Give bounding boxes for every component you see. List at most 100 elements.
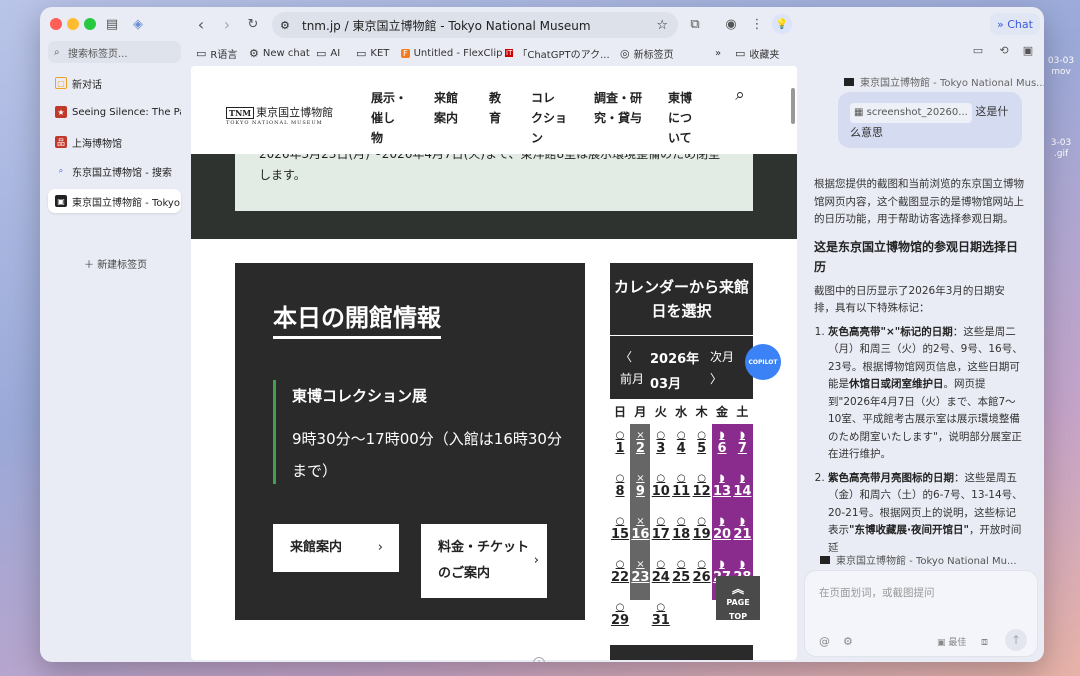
- calendar-day[interactable]: ○ 15: [610, 515, 630, 542]
- calendar-day[interactable]: ○ 18: [671, 515, 691, 542]
- day-number: 13: [712, 484, 732, 499]
- site-nav-item-1[interactable]: 来館 案内: [434, 88, 458, 128]
- bottom-plus-icon[interactable]: +: [533, 657, 545, 662]
- site-nav-item-4[interactable]: 調査・研 究・貸与: [594, 88, 642, 128]
- calendar-day[interactable]: ◗ 7: [732, 429, 752, 456]
- visit-info-button[interactable]: 来館案内 ›: [273, 524, 399, 572]
- site-search-icon[interactable]: ⌕: [731, 85, 749, 105]
- tab-search-input[interactable]: ⌕ 搜索标签页...: [48, 41, 181, 63]
- calendar-day[interactable]: ○ 5: [692, 429, 712, 456]
- calendar-day[interactable]: ◗ 13: [712, 472, 732, 499]
- calendar-day[interactable]: ○ 10: [651, 472, 671, 499]
- ticket-info-button[interactable]: 料金・チケット のご案内 ›: [421, 524, 547, 598]
- day-number: 31: [651, 613, 670, 628]
- calendar-day[interactable]: ○ 11: [671, 472, 691, 499]
- copilot-button[interactable]: COPILOT: [745, 344, 781, 380]
- chat-context-title-text: 東京国立博物館 - Tokyo National Mus...: [860, 78, 1044, 89]
- minimize-window-button[interactable]: [67, 18, 79, 30]
- calendar-day[interactable]: × 30: [630, 601, 650, 628]
- scrollbar[interactable]: [791, 88, 795, 124]
- sidebar-tab-2[interactable]: 品上海博物馆: [48, 130, 181, 154]
- bookmark-1[interactable]: ⚙ New chat: [249, 43, 310, 63]
- calendar-day[interactable]: ○ 12: [692, 472, 712, 499]
- day-number: 19: [692, 527, 711, 542]
- day-number: 23: [631, 570, 650, 585]
- calendar-day[interactable]: ○ 26: [692, 558, 712, 585]
- panel-icon[interactable]: ▣: [1020, 42, 1036, 58]
- calendar-day[interactable]: ○ 29: [610, 601, 630, 628]
- calendar-day[interactable]: ○ 22: [610, 558, 630, 585]
- bookmark-7[interactable]: »: [715, 43, 721, 63]
- bookmark-star-icon[interactable]: ☆: [656, 18, 668, 33]
- calendar-day[interactable]: ○ 24: [651, 558, 671, 585]
- bookmark-5[interactable]: IT 「ChatGPTのアク...: [505, 43, 610, 63]
- close-window-button[interactable]: [50, 18, 62, 30]
- bookmark-6[interactable]: ◎ 新标签页: [620, 43, 674, 63]
- next-month-button[interactable]: 次月 〉: [710, 346, 738, 390]
- answer-heading: 这是东京国立博物馆的参观日期选择日历: [814, 239, 1019, 274]
- sidebar-tab-3[interactable]: ⌕ 东京国立博物馆 - 搜索: [48, 159, 181, 183]
- prev-month-button[interactable]: 〈 前月: [620, 346, 644, 390]
- calendar-day[interactable]: ○ 31: [651, 601, 671, 628]
- calendar-day[interactable]: ○ 3: [651, 429, 671, 456]
- extensions-stack-icon[interactable]: ◈: [130, 16, 146, 32]
- model-selector[interactable]: ▣ 最佳: [937, 635, 966, 648]
- sidebar-tab-0[interactable]: ▢ 新对话: [48, 71, 181, 95]
- extensions-icon[interactable]: ⧉: [686, 15, 704, 33]
- reload-icon[interactable]: ↻: [244, 15, 262, 33]
- input-context-tag[interactable]: 東京国立博物館 - Tokyo National Mu...: [820, 552, 1017, 567]
- calendar-day[interactable]: ◗ 21: [732, 515, 752, 542]
- site-nav-item-2[interactable]: 教 育: [489, 88, 501, 128]
- site-nav-item-0[interactable]: 展示・ 催し 物: [371, 88, 407, 148]
- calendar-title-text: カレンダーから来館日を選択: [614, 278, 750, 320]
- back-icon[interactable]: ‹: [192, 15, 210, 34]
- new-tab-button[interactable]: ＋ 新建标签页: [84, 256, 147, 271]
- sidebar-tab-4[interactable]: ▣ 東京国立博物館 - Tokyo N: [48, 189, 181, 213]
- new-chat-icon[interactable]: ▭: [970, 42, 986, 58]
- sidebar-tab-1[interactable]: ★ Seeing Silence: The Pain: [48, 100, 181, 124]
- profile-icon[interactable]: ◉: [722, 15, 740, 33]
- bookmark-8[interactable]: ▭ 收藏夹: [735, 43, 779, 63]
- calendar-day[interactable]: ◗ 20: [712, 515, 732, 542]
- settings-icon[interactable]: ⚙: [843, 635, 853, 648]
- desktop-file-gif[interactable]: 3-03 .gif: [1042, 138, 1080, 160]
- bookmark-2[interactable]: ▭ AI: [316, 43, 340, 63]
- calendar-day[interactable]: × 16: [630, 515, 650, 542]
- bookmark-4[interactable]: F Untitled - FlexClip: [401, 43, 502, 63]
- calendar-day[interactable]: ○ 1: [610, 429, 630, 456]
- day-number: 18: [672, 527, 691, 542]
- museum-logo[interactable]: TNM 東京国立博物館 TOKYO NATIONAL MUSEUM: [226, 104, 333, 126]
- chat-button[interactable]: » Chat: [990, 13, 1040, 35]
- history-icon[interactable]: ⟲: [996, 42, 1012, 58]
- forward-icon[interactable]: ›: [218, 15, 236, 34]
- assistant-icon[interactable]: 💡: [772, 14, 792, 34]
- calendar-day[interactable]: ○ 4: [671, 429, 691, 456]
- calendar-day[interactable]: ○ 17: [651, 515, 671, 542]
- site-settings-icon[interactable]: ⚙: [280, 19, 290, 32]
- address-bar[interactable]: ⚙ tnm.jp / 東京国立博物館 - Tokyo National Muse…: [272, 12, 678, 38]
- maximize-window-button[interactable]: [84, 18, 96, 30]
- screenshot-attachment[interactable]: ▦ screenshot_20260...: [850, 103, 972, 123]
- desktop-file-mov[interactable]: 03-03 mov: [1042, 56, 1080, 78]
- calendar-day[interactable]: × 23: [630, 558, 650, 585]
- sidebar-toggle-icon[interactable]: ▤: [104, 16, 120, 32]
- calendar-day[interactable]: ○ 19: [692, 515, 712, 542]
- site-nav-item-3[interactable]: コレ クショ ン: [531, 88, 567, 148]
- calendar-day[interactable]: ◗ 14: [732, 472, 752, 499]
- calendar-day[interactable]: ◗ 6: [712, 429, 732, 456]
- calendar-day[interactable]: ○ 25: [671, 558, 691, 585]
- calendar-day[interactable]: ○ 8: [610, 472, 630, 499]
- send-button[interactable]: ↑: [1005, 629, 1027, 651]
- site-nav-item-5[interactable]: 東博 につ いて: [668, 88, 692, 148]
- bookmark-0[interactable]: ▭ R语言: [196, 43, 237, 63]
- calendar-day[interactable]: × 9: [630, 472, 650, 499]
- bookmark-3[interactable]: ▭ KET: [356, 43, 389, 63]
- chat-input[interactable]: 在页面划词，或截图提问 @ ⚙ ▣ 最佳 ⧈ ↑: [804, 570, 1038, 657]
- screenshot-icon[interactable]: ⧈: [981, 635, 988, 649]
- day-number: 2: [635, 441, 645, 456]
- menu-icon[interactable]: ⋮: [748, 15, 766, 33]
- at-icon[interactable]: @: [819, 635, 830, 648]
- page-top-button[interactable]: ︽ PAGE TOP: [716, 576, 760, 621]
- calendar-day[interactable]: × 2: [630, 429, 650, 456]
- bookmark-label: 新标签页: [633, 49, 674, 61]
